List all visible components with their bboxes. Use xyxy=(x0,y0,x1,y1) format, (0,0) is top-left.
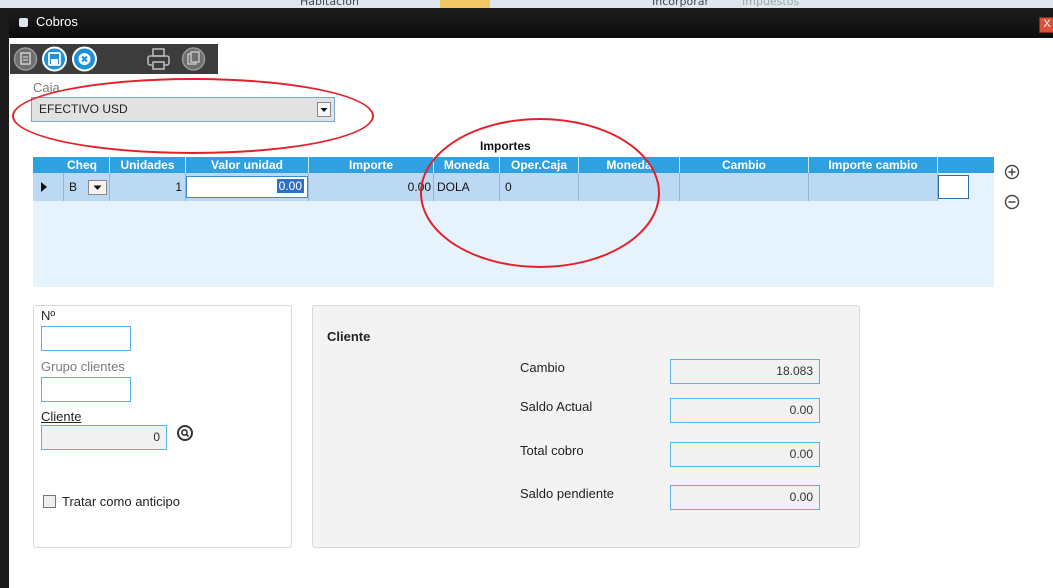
caja-select[interactable]: EFECTIVO USD xyxy=(31,97,335,122)
window-title: Cobros xyxy=(36,14,78,29)
add-row-button[interactable] xyxy=(1004,164,1020,180)
print-button[interactable] xyxy=(145,46,172,72)
window-icon xyxy=(19,18,28,27)
col-header-importe-cambio[interactable]: Importe cambio xyxy=(809,157,937,173)
col-header-cheq[interactable]: Cheq xyxy=(66,157,98,173)
cell-moneda[interactable]: DOLA xyxy=(437,173,470,201)
numero-label: Nº xyxy=(41,308,56,323)
anticipo-label[interactable]: Tratar como anticipo xyxy=(62,494,180,509)
col-header-moneda[interactable]: Moneda xyxy=(434,157,499,173)
grupo-clientes-label: Grupo clientes xyxy=(41,359,125,374)
new-icon xyxy=(13,47,38,71)
bg-tab-incorporar: Incorporar xyxy=(652,0,710,8)
cancel-button[interactable] xyxy=(71,46,98,72)
window-titlebar[interactable]: Cobros X xyxy=(9,8,1053,38)
grid-header-row: Cheq Unidades Valor unidad Importe Moned… xyxy=(33,157,994,173)
grupo-clientes-input[interactable] xyxy=(41,377,131,402)
col-header-oper-caja[interactable]: Oper.Caja xyxy=(500,157,578,173)
caja-selected-value: EFECTIVO USD xyxy=(39,102,128,116)
cliente-input[interactable]: 0 xyxy=(41,425,167,450)
table-row[interactable]: B 1 0.00 0.00 DOLA 0 xyxy=(33,173,938,201)
cell-unidades[interactable]: 1 xyxy=(110,173,182,201)
caja-dropdown-button[interactable] xyxy=(317,102,331,117)
col-header-moneda-2[interactable]: Moneda xyxy=(579,157,679,173)
copy-icon xyxy=(181,47,206,71)
caja-label: Caja xyxy=(33,80,60,95)
valor-unidad-value: 0.00 xyxy=(276,179,304,193)
cell-cheq[interactable]: B xyxy=(69,173,77,201)
cell-oper-caja[interactable]: 0 xyxy=(505,173,512,201)
bg-tab-impuestos: Impuestos xyxy=(742,0,800,8)
saldo-pendiente-label: Saldo pendiente xyxy=(520,486,614,501)
chevron-down-icon xyxy=(320,108,328,112)
cliente-panel-title: Cliente xyxy=(327,329,371,344)
saldo-pendiente-field[interactable]: 0.00 xyxy=(670,485,820,510)
close-button[interactable]: X xyxy=(1039,17,1053,33)
cliente-panel xyxy=(312,305,860,548)
total-cobro-label: Total cobro xyxy=(520,443,584,458)
cheq-dropdown-button[interactable] xyxy=(88,180,107,195)
print-icon xyxy=(147,48,170,70)
col-header-cambio[interactable]: Cambio xyxy=(680,157,808,173)
col-header-importe[interactable]: Importe xyxy=(309,157,433,173)
cambio-label: Cambio xyxy=(520,360,565,375)
saldo-actual-field[interactable]: 0.00 xyxy=(670,398,820,423)
bg-tab-habitacion: Habitación xyxy=(300,0,359,8)
background-app-strip: Habitación Incorporar Impuestos xyxy=(0,0,1053,8)
plus-circle-icon xyxy=(1004,164,1020,180)
bg-highlight xyxy=(440,0,490,8)
valor-unidad-input[interactable]: 0.00 xyxy=(186,176,308,198)
anticipo-checkbox[interactable] xyxy=(43,495,56,508)
save-button[interactable] xyxy=(41,46,68,72)
cliente-label[interactable]: Cliente xyxy=(41,409,81,424)
row-pointer-icon xyxy=(41,182,47,192)
toolbar xyxy=(10,44,218,74)
chevron-down-icon xyxy=(93,185,102,190)
new-button[interactable] xyxy=(12,46,39,72)
saldo-actual-label: Saldo Actual xyxy=(520,399,593,414)
search-icon xyxy=(177,425,193,441)
total-cobro-field[interactable]: 0.00 xyxy=(670,442,820,467)
minus-circle-icon xyxy=(1004,194,1020,210)
save-icon xyxy=(42,46,67,72)
background-left-edge xyxy=(0,8,9,588)
numero-input[interactable] xyxy=(41,326,131,351)
remove-row-button[interactable] xyxy=(1004,194,1020,210)
row-extra-cell[interactable] xyxy=(938,175,969,199)
col-header-unidades[interactable]: Unidades xyxy=(110,157,185,173)
cliente-search-button[interactable] xyxy=(176,424,194,442)
cancel-icon xyxy=(72,46,97,72)
col-header-valor-unidad[interactable]: Valor unidad xyxy=(186,157,308,173)
copy-button[interactable] xyxy=(180,46,207,72)
cell-importe[interactable]: 0.00 xyxy=(309,173,431,201)
grid-group-header: Importes xyxy=(480,139,531,153)
cambio-field[interactable]: 18.083 xyxy=(670,359,820,384)
